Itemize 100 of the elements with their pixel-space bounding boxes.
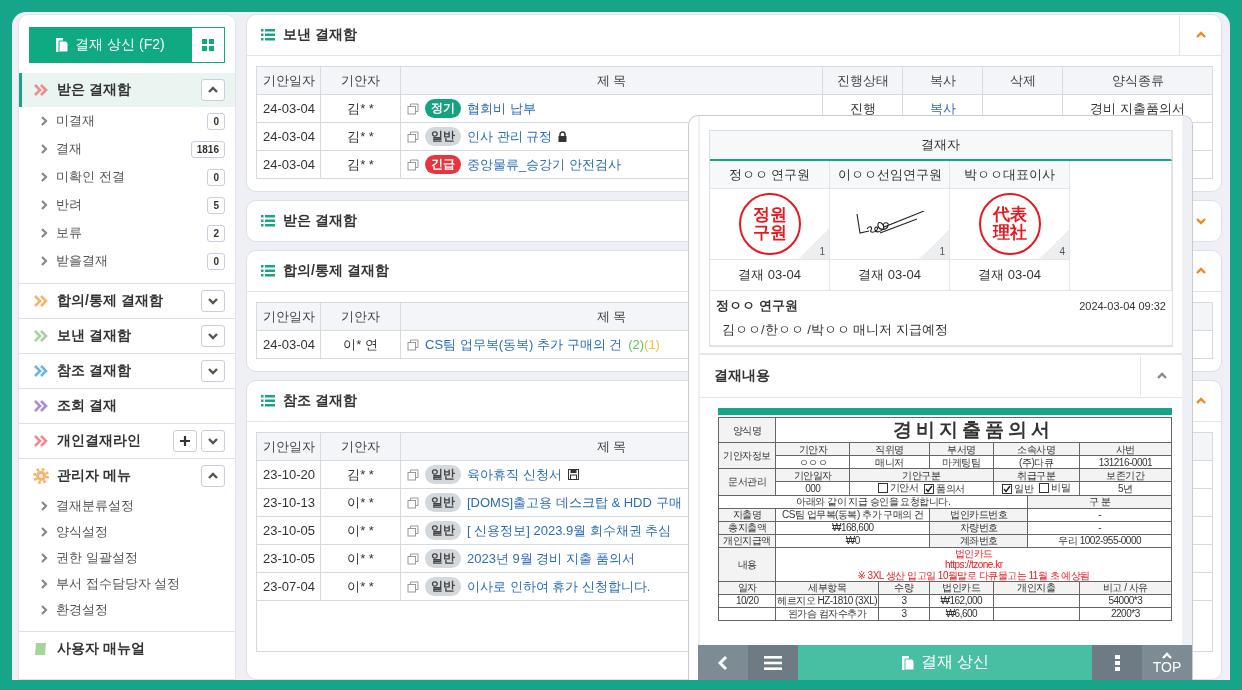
back-button[interactable]	[698, 645, 748, 680]
copy-icon[interactable]	[407, 468, 419, 481]
subject-link[interactable]: CS팀 업무복(동복) 추가 구매의 건	[425, 335, 623, 354]
form-label: 법인카드	[942, 582, 981, 593]
copy-icon[interactable]	[407, 496, 419, 509]
top-button[interactable]: TOP	[1142, 645, 1192, 680]
table-cell: 23-10-05	[256, 544, 321, 573]
approval-result: 결재 03-04	[738, 266, 801, 284]
copy-icon[interactable]	[407, 580, 419, 593]
column-header: 기안일자	[256, 66, 321, 95]
menu-button[interactable]	[748, 645, 798, 680]
checkbox-label: 일반	[1014, 483, 1034, 494]
menu-group[interactable]: 사용자 매뉴얼	[19, 631, 235, 666]
form-label: 개인지출	[1017, 582, 1056, 593]
menu-item[interactable]: 보류 2	[19, 219, 235, 247]
form-label: 계좌번호	[959, 535, 998, 546]
list-icon	[261, 215, 275, 227]
table-cell: 24-03-04	[256, 94, 321, 123]
grid-view-button[interactable]	[191, 27, 225, 63]
table-cell: 이* *	[320, 488, 401, 517]
chevron-icon	[1194, 217, 1207, 225]
menu-item[interactable]: 반려 5	[19, 191, 235, 219]
menu-group[interactable]: 받은 결재함	[19, 73, 235, 107]
panel-title: 참조 결재함	[283, 392, 357, 410]
table-cell: 23-10-13	[256, 488, 321, 517]
copy-icon[interactable]	[407, 524, 419, 537]
form-value: ₩168,600	[831, 522, 874, 533]
menu-icon	[764, 655, 782, 670]
form-value: -	[1098, 509, 1102, 520]
subject-link[interactable]: 중앙물류_승강기 안전검사	[467, 155, 621, 174]
subject-link[interactable]: 이사로 인하여 휴가 신청합니다.	[467, 577, 651, 596]
menu-group[interactable]: 개인결재라인	[19, 423, 235, 458]
copy-icon[interactable]	[407, 338, 419, 351]
toggle-button[interactable]	[201, 290, 225, 312]
toggle-button[interactable]	[201, 360, 225, 382]
save-icon	[567, 469, 579, 480]
signature-drawing	[854, 211, 925, 237]
subject-link[interactable]: 인사 관리 규정	[467, 127, 553, 146]
form-label: 세부항목	[808, 582, 847, 593]
menu-group[interactable]: 보낸 결재함	[19, 318, 235, 353]
copy-icon[interactable]	[407, 158, 419, 171]
subject-link[interactable]: 육아휴직 신청서	[467, 465, 562, 484]
toggle-button[interactable]	[201, 325, 225, 347]
copy-icon[interactable]	[407, 552, 419, 565]
copy-link[interactable]: 복사	[929, 100, 956, 116]
seal-stamp: 정원 구원	[738, 193, 801, 255]
subject-link[interactable]: [DOMS]출고용 데스크탑 & HDD 구매	[467, 493, 682, 512]
toggle-button[interactable]	[201, 430, 225, 452]
list-icon	[261, 265, 275, 277]
menu-item[interactable]: 권한 일괄설정	[19, 545, 235, 571]
table-cell: 김* *	[320, 150, 401, 179]
menu-item[interactable]: 받을결재 0	[19, 247, 235, 275]
column-header: 기안일자	[256, 432, 321, 461]
menu-item[interactable]: 결재분류설정	[19, 493, 235, 519]
column-header: 기안자	[320, 302, 401, 331]
tag: 일반	[425, 549, 461, 568]
document-icon	[900, 654, 915, 671]
page-count: 1	[919, 229, 949, 259]
chevron-right-icon	[41, 228, 48, 238]
subject-link[interactable]: [ 신용정보] 2023.9월 회수채권 추심	[467, 521, 672, 540]
toggle-button[interactable]	[201, 465, 225, 487]
subject-link[interactable]: 2023년 9월 경비 지출 품의서	[467, 549, 635, 568]
form-value: 54000*3	[1108, 595, 1143, 606]
column-header: 기안자	[320, 432, 401, 461]
menu-item[interactable]: 양식설정	[19, 519, 235, 545]
menu-item[interactable]: 미확인 전결 0	[19, 163, 235, 191]
menu-group[interactable]: 합의/통제 결재함	[19, 283, 235, 318]
form-label: 지출명	[732, 509, 762, 520]
chevron-right-icon	[41, 553, 48, 563]
form-title: 경비지출품의서	[893, 419, 1055, 440]
add-button[interactable]	[173, 430, 197, 452]
page-count: 1	[799, 229, 829, 259]
approver-name: 정ㅇㅇ 연구원	[728, 165, 811, 184]
menu-item[interactable]: 부서 접수담당자 설정	[19, 571, 235, 597]
copy-icon[interactable]	[407, 102, 419, 115]
column-header: 기안자	[320, 66, 401, 95]
count-label: (1)	[644, 337, 660, 352]
plus-icon	[180, 436, 190, 446]
menu-group[interactable]: 관리자 메뉴	[19, 458, 235, 493]
grid-icon	[202, 39, 214, 51]
chevron-right-icon	[41, 605, 48, 615]
more-button[interactable]	[1092, 645, 1142, 680]
table-cell: 이* *	[320, 544, 401, 573]
tag: 일반	[425, 577, 461, 596]
subject-link[interactable]: 협회비 납부	[467, 99, 536, 118]
toggle-button[interactable]	[201, 79, 225, 101]
menu-item[interactable]: 환경설정	[19, 597, 235, 623]
memo-line: ※ 3XL 생산 입고일 10월말로 다큐물고는 11월 초 예상됨	[856, 569, 1091, 581]
document-icon	[55, 37, 70, 53]
menu-item[interactable]: 미결재 0	[19, 107, 235, 135]
form-label: 기안일자	[793, 469, 832, 481]
form-value: ₩162,000	[940, 595, 983, 606]
chevron-icon	[207, 472, 219, 480]
menu-group[interactable]: 조회 결재	[19, 388, 235, 423]
menu-item[interactable]: 결재 1816	[19, 135, 235, 163]
form-label: 구 분	[1089, 496, 1111, 507]
more-icon	[1114, 654, 1120, 671]
list-icon	[261, 29, 275, 41]
menu-group[interactable]: 참조 결재함	[19, 353, 235, 388]
copy-icon[interactable]	[407, 130, 419, 143]
